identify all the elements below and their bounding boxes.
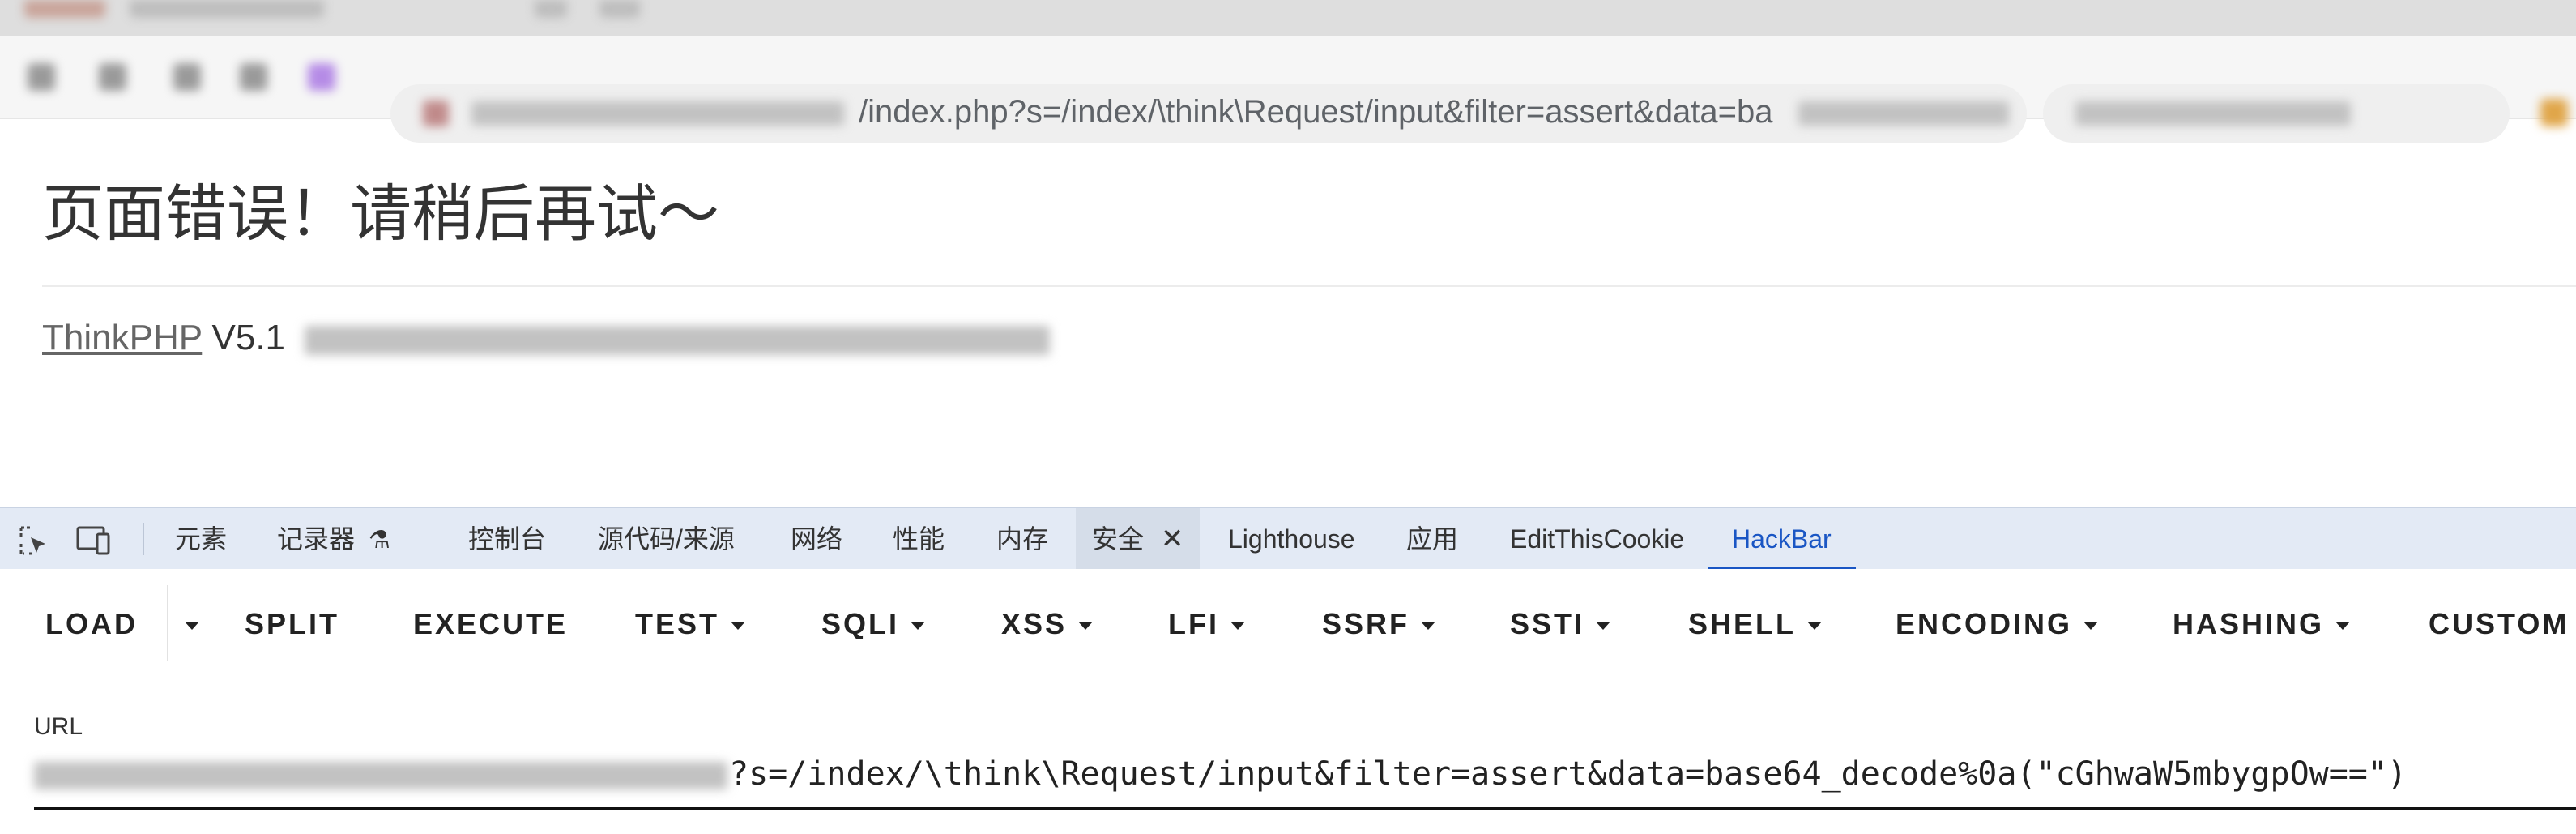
chevron-down-icon bbox=[731, 622, 746, 631]
chevron-down-icon bbox=[1807, 622, 1823, 631]
home-icon[interactable] bbox=[240, 63, 267, 91]
url-input-text: ?s=/index/\think\Request/input&filter=as… bbox=[729, 755, 2408, 793]
browser-tab[interactable] bbox=[535, 0, 567, 18]
tab-recorder[interactable]: 记录器 ⚗ bbox=[277, 508, 390, 570]
address-bar-text[interactable]: /index.php?s=/index/\think\Request/input… bbox=[859, 94, 1773, 130]
xss-menu-label: XSS bbox=[1001, 607, 1068, 640]
chevron-down-icon bbox=[1230, 622, 1245, 631]
address-bar-tail bbox=[1798, 101, 2009, 126]
back-icon[interactable] bbox=[28, 63, 55, 91]
browser-tab[interactable] bbox=[599, 0, 640, 18]
version-line: ThinkPHP V5.1 bbox=[42, 318, 285, 358]
address-host bbox=[471, 101, 844, 126]
load-dropdown-button[interactable] bbox=[173, 601, 199, 647]
split-button[interactable]: SPLIT bbox=[245, 601, 339, 647]
site-info-icon[interactable] bbox=[423, 101, 449, 126]
chevron-down-icon bbox=[2083, 622, 2099, 631]
test-menu-label: TEST bbox=[635, 607, 720, 640]
load-button[interactable]: LOAD bbox=[45, 601, 138, 647]
tab-lighthouse[interactable]: Lighthouse bbox=[1228, 508, 1355, 570]
active-tab[interactable] bbox=[24, 0, 105, 18]
encoding-menu-label: ENCODING bbox=[1896, 607, 2073, 640]
tab-elements[interactable]: 元素 bbox=[175, 508, 227, 570]
xss-menu[interactable]: XSS bbox=[1001, 601, 1094, 647]
tab-network[interactable]: 网络 bbox=[791, 508, 842, 570]
inspect-element-icon[interactable] bbox=[18, 524, 50, 561]
thinkphp-link[interactable]: ThinkPHP bbox=[42, 318, 202, 357]
hashing-menu[interactable]: HASHING bbox=[2173, 601, 2351, 647]
browser-toolbar: /index.php?s=/index/\think\Request/input… bbox=[0, 36, 2576, 143]
search-text bbox=[2075, 101, 2351, 126]
sqli-menu-label: SQLI bbox=[821, 607, 900, 640]
page-title: 页面错误！请稍后再试～ bbox=[42, 180, 719, 249]
tab-console[interactable]: 控制台 bbox=[468, 508, 546, 570]
flask-icon: ⚗ bbox=[368, 527, 390, 554]
device-toggle-icon[interactable] bbox=[76, 524, 112, 561]
chevron-down-icon bbox=[185, 622, 199, 631]
tab-editthiscookie[interactable]: EditThisCookie bbox=[1510, 508, 1684, 570]
tab-security-label: 安全 bbox=[1092, 524, 1145, 554]
ssrf-menu[interactable]: SSRF bbox=[1322, 601, 1436, 647]
url-host-hidden bbox=[34, 762, 727, 789]
shell-menu-label: SHELL bbox=[1688, 607, 1797, 640]
chevron-down-icon bbox=[2335, 622, 2351, 631]
shell-menu[interactable]: SHELL bbox=[1688, 601, 1823, 647]
tab-application[interactable]: 应用 bbox=[1406, 508, 1458, 570]
hashing-menu-label: HASHING bbox=[2173, 607, 2325, 640]
tab-recorder-label: 记录器 bbox=[277, 524, 356, 554]
chevron-down-icon bbox=[1421, 622, 1436, 631]
ssti-menu[interactable]: SSTI bbox=[1510, 601, 1611, 647]
tab-security[interactable]: 安全 ✕ bbox=[1076, 508, 1201, 570]
reload-icon[interactable] bbox=[173, 63, 201, 91]
chevron-down-icon bbox=[1078, 622, 1094, 631]
search-box[interactable] bbox=[2043, 84, 2510, 143]
url-label: URL bbox=[34, 713, 83, 740]
tab-memory[interactable]: 内存 bbox=[996, 508, 1048, 570]
sqli-menu[interactable]: SQLI bbox=[821, 601, 926, 647]
tab-hackbar[interactable]: HackBar bbox=[1708, 508, 1856, 570]
load-split-divider bbox=[167, 585, 168, 661]
chevron-down-icon bbox=[1596, 622, 1611, 631]
version-text: V5.1 bbox=[211, 318, 286, 357]
hackbar-toolbar: LOAD SPLIT EXECUTE TEST SQLI XSS LFI SSR… bbox=[0, 569, 2576, 674]
execute-button[interactable]: EXECUTE bbox=[413, 601, 568, 647]
devtools-tab-bar: 元素 记录器 ⚗ 控制台 源代码/来源 网络 性能 内存 安全 ✕ Lighth… bbox=[0, 507, 2576, 570]
tab-sources[interactable]: 源代码/来源 bbox=[598, 508, 735, 570]
ssrf-menu-label: SSRF bbox=[1322, 607, 1410, 640]
encoding-menu[interactable]: ENCODING bbox=[1896, 601, 2099, 647]
ssti-menu-label: SSTI bbox=[1510, 607, 1585, 640]
chevron-down-icon bbox=[911, 622, 926, 631]
close-icon[interactable]: ✕ bbox=[1161, 524, 1184, 554]
lfi-menu-label: LFI bbox=[1168, 607, 1219, 640]
test-menu[interactable]: TEST bbox=[635, 601, 746, 647]
tab-divider bbox=[143, 523, 144, 555]
forward-icon[interactable] bbox=[99, 63, 126, 91]
lfi-menu[interactable]: LFI bbox=[1168, 601, 1245, 647]
url-input[interactable]: ?s=/index/\think\Request/input&filter=as… bbox=[729, 755, 2407, 793]
bookmark-icon[interactable] bbox=[2540, 99, 2568, 126]
extension-icon[interactable] bbox=[308, 63, 335, 91]
tab-strip bbox=[0, 0, 2576, 36]
browser-tab[interactable] bbox=[130, 0, 324, 18]
divider bbox=[42, 285, 2576, 287]
version-details bbox=[305, 326, 1050, 355]
url-input-underline bbox=[34, 807, 2576, 810]
tab-performance[interactable]: 性能 bbox=[893, 508, 945, 570]
custom-menu[interactable]: CUSTOM bbox=[2429, 601, 2569, 647]
